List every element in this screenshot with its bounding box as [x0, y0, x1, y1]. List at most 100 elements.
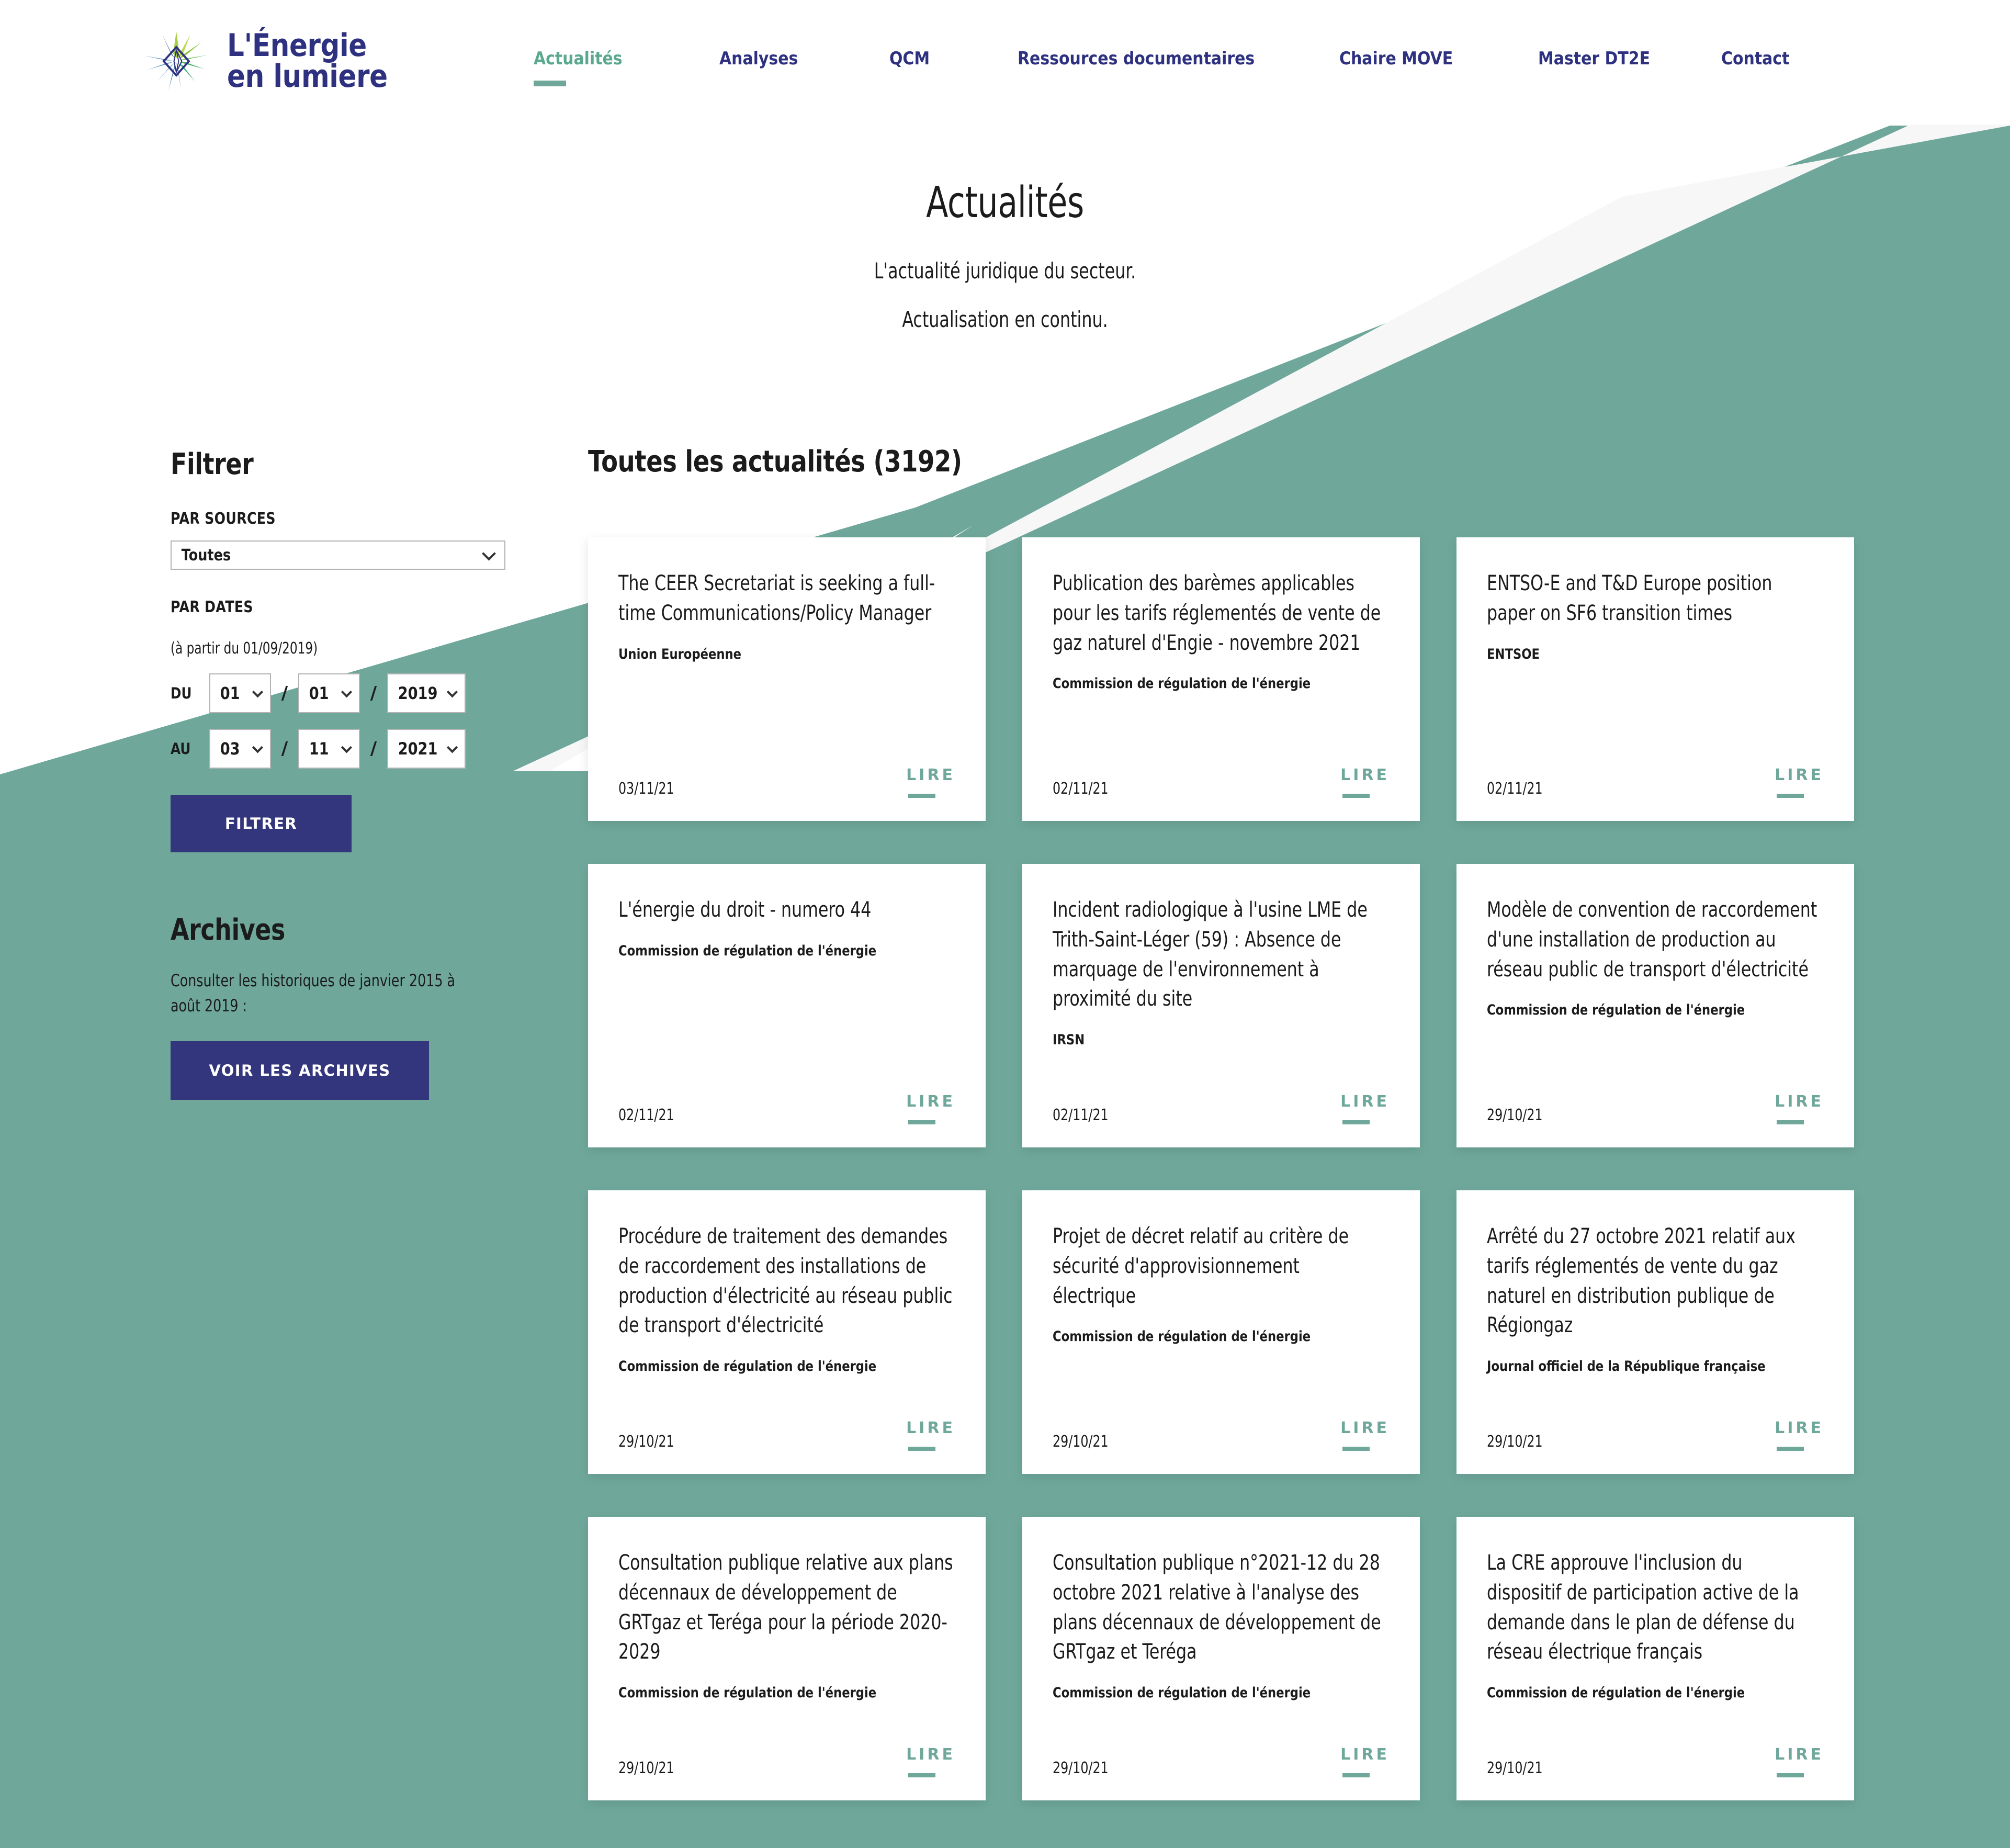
news-card-read-link[interactable]: LIRE — [1775, 1745, 1824, 1777]
from-month-value: 01 — [309, 683, 329, 703]
chevron-down-icon — [482, 546, 496, 561]
news-card-read-link[interactable]: LIRE — [1775, 1092, 1824, 1124]
hero-subtitle-2: Actualisation en continu. — [902, 307, 1108, 332]
chevron-down-icon — [341, 686, 353, 698]
filter-sidebar: Filtrer PAR SOURCES Toutes PAR DATES (à … — [171, 447, 537, 1100]
hero-subtitle-1: L'actualité juridique du secteur. — [874, 258, 1136, 284]
page-title: Actualités — [926, 178, 1084, 228]
news-card-footer: 29/10/21 LIRE — [1053, 1725, 1390, 1777]
news-card[interactable]: La CRE approuve l'inclusion du dispositi… — [1456, 1517, 1854, 1800]
news-card-title: Incident radiologique à l'usine LME de T… — [1053, 898, 1368, 1011]
page-root: L'Énergie en lumiere Actualités Analyses… — [0, 0, 2010, 1848]
news-card[interactable]: Arrêté du 27 octobre 2021 relatif aux ta… — [1456, 1190, 1854, 1474]
news-card[interactable]: L'énergie du droit - numero 44 Commission… — [588, 864, 986, 1147]
to-day-select[interactable]: 03 — [209, 729, 271, 769]
news-card-date: 29/10/21 — [618, 1759, 674, 1777]
news-card-read-link[interactable]: LIRE — [906, 766, 955, 798]
chevron-down-icon — [252, 742, 264, 753]
news-card-footer: 29/10/21 LIRE — [618, 1398, 955, 1451]
news-card-read-link[interactable]: LIRE — [906, 1745, 955, 1777]
nav-item-analyses[interactable]: Analyses — [719, 48, 798, 69]
news-card[interactable]: Projet de décret relatif au critère de s… — [1022, 1190, 1420, 1474]
news-card[interactable]: Procédure de traitement des demandes de … — [588, 1190, 986, 1474]
nav-item-master-dt2e[interactable]: Master DT2E — [1538, 48, 1650, 69]
news-card-title: Modèle de convention de raccordement d'u… — [1487, 898, 1817, 982]
nav-item-ressources-documentaires[interactable]: Ressources documentaires — [1018, 48, 1255, 69]
news-card-read-link[interactable]: LIRE — [1775, 1419, 1824, 1451]
to-month-select[interactable]: 11 — [298, 729, 360, 769]
to-year-select[interactable]: 2021 — [387, 729, 466, 769]
news-card-title: La CRE approuve l'inclusion du dispositi… — [1487, 1551, 1799, 1664]
to-year-value: 2021 — [398, 739, 438, 759]
news-card-title: ENTSO-E and T&D Europe position paper on… — [1487, 571, 1772, 625]
starburst-diamond-logo-icon — [144, 31, 208, 91]
news-card-title: L'énergie du droit - numero 44 — [618, 898, 872, 922]
sources-label: PAR SOURCES — [171, 510, 276, 528]
nav-item-chaire-move[interactable]: Chaire MOVE — [1339, 48, 1453, 69]
news-card-read-link[interactable]: LIRE — [1775, 766, 1824, 798]
news-card[interactable]: Publication des barèmes applicables pour… — [1022, 537, 1420, 821]
news-card-source: Commission de régulation de l'énergie — [618, 1685, 877, 1701]
news-card-date: 03/11/21 — [618, 780, 674, 798]
news-card-source: Commission de régulation de l'énergie — [1053, 1685, 1311, 1701]
nav-item-qcm[interactable]: QCM — [889, 48, 930, 69]
news-card-source: ENTSOE — [1487, 646, 1540, 662]
news-list-heading: Toutes les actualités (3192) — [588, 445, 962, 479]
nav-item-actualites[interactable]: Actualités — [534, 48, 623, 69]
news-card-source: IRSN — [1053, 1032, 1085, 1049]
chevron-down-icon — [446, 742, 458, 753]
chevron-down-icon — [446, 686, 458, 698]
logo[interactable]: L'Énergie en lumiere — [137, 22, 414, 100]
to-month-value: 11 — [309, 739, 329, 759]
news-card-read-link[interactable]: LIRE — [1340, 1092, 1390, 1124]
news-card-date: 29/10/21 — [1053, 1433, 1109, 1451]
date-from-row: DU 01 / 01 / 2019 — [171, 673, 537, 713]
news-card-source: Commission de régulation de l'énergie — [618, 1358, 877, 1375]
news-card-read-link[interactable]: LIRE — [1340, 1419, 1390, 1451]
archives-heading: Archives — [171, 913, 285, 947]
date-separator: / — [281, 683, 288, 704]
hero-section: Actualités L'actualité juridique du sect… — [0, 178, 2010, 332]
source-select-value: Toutes — [181, 546, 231, 565]
news-card-footer: 02/11/21 LIRE — [1053, 1072, 1390, 1124]
from-day-select[interactable]: 01 — [209, 673, 271, 713]
filter-heading: Filtrer — [171, 447, 254, 481]
news-card-footer: 29/10/21 LIRE — [1053, 1398, 1390, 1451]
from-month-select[interactable]: 01 — [298, 673, 360, 713]
news-card-read-link[interactable]: LIRE — [1340, 766, 1390, 798]
from-day-value: 01 — [220, 683, 240, 703]
news-card-date: 29/10/21 — [1487, 1106, 1543, 1124]
news-card[interactable]: Consultation publique relative aux plans… — [588, 1517, 986, 1800]
filter-button[interactable]: FILTRER — [171, 795, 352, 852]
from-year-select[interactable]: 2019 — [387, 673, 466, 713]
from-year-value: 2019 — [398, 683, 438, 703]
news-card-date: 02/11/21 — [1053, 1106, 1109, 1124]
news-card[interactable]: Modèle de convention de raccordement d'u… — [1456, 864, 1854, 1147]
news-card[interactable]: The CEER Secretariat is seeking a full-t… — [588, 537, 986, 821]
news-card[interactable]: Consultation publique n°2021-12 du 28 oc… — [1022, 1517, 1420, 1800]
news-card-source: Journal officiel de la République frança… — [1487, 1358, 1766, 1375]
nav-item-contact[interactable]: Contact — [1721, 48, 1789, 69]
news-card-title: Projet de décret relatif au critère de s… — [1053, 1224, 1349, 1308]
news-card-footer: 29/10/21 LIRE — [1487, 1398, 1824, 1451]
news-card-date: 29/10/21 — [1487, 1433, 1543, 1451]
to-day-value: 03 — [220, 739, 240, 759]
news-card-read-link[interactable]: LIRE — [906, 1092, 955, 1124]
news-card-date: 02/11/21 — [1053, 780, 1109, 798]
chevron-down-icon — [341, 742, 353, 753]
news-card[interactable]: ENTSO-E and T&D Europe position paper on… — [1456, 537, 1854, 821]
news-card-read-link[interactable]: LIRE — [1340, 1745, 1390, 1777]
news-card-read-link[interactable]: LIRE — [906, 1419, 955, 1451]
news-card-title: Procédure de traitement des demandes de … — [618, 1224, 953, 1338]
site-header: L'Énergie en lumiere Actualités Analyses… — [0, 0, 2010, 125]
dates-label: PAR DATES — [171, 598, 253, 616]
view-archives-button[interactable]: VOIR LES ARCHIVES — [171, 1041, 429, 1100]
news-card-source: Commission de régulation de l'énergie — [1053, 1328, 1311, 1345]
news-card-title: Arrêté du 27 octobre 2021 relatif aux ta… — [1487, 1224, 1796, 1338]
logo-text-line1: L'Énergie — [227, 27, 367, 64]
source-select[interactable]: Toutes — [171, 540, 505, 570]
chevron-down-icon — [252, 686, 264, 698]
news-card-footer: 29/10/21 LIRE — [1487, 1072, 1824, 1124]
news-card[interactable]: Incident radiologique à l'usine LME de T… — [1022, 864, 1420, 1147]
news-card-footer: 02/11/21 LIRE — [618, 1072, 955, 1124]
